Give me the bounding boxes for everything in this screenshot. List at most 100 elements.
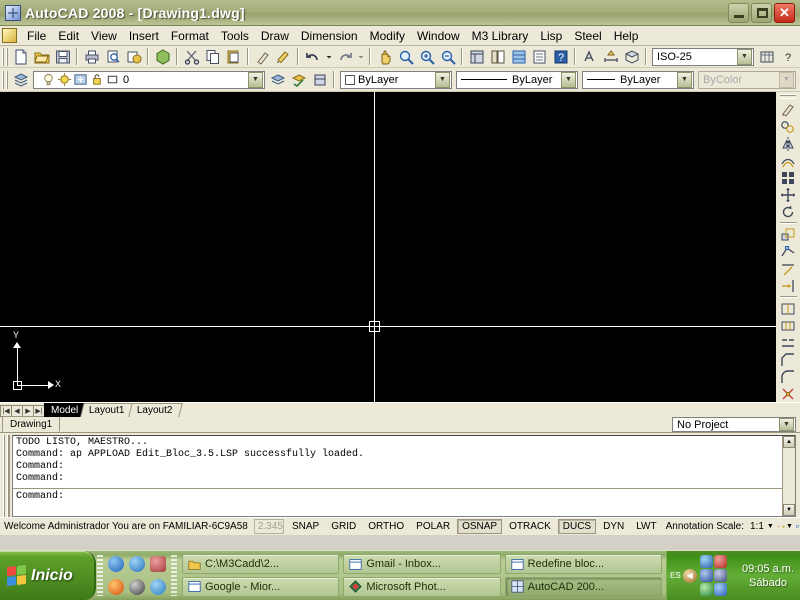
menu-modify[interactable]: Modify [364,27,411,45]
media-player-icon[interactable] [149,556,166,573]
chevron-down-icon[interactable]: ▼ [435,71,450,88]
save-button[interactable] [52,47,73,67]
make-object-layer-current-button[interactable] [288,70,309,90]
redo-arrow-icon[interactable] [334,47,355,67]
taskbar-item-google[interactable]: Google - Mior... [182,576,340,597]
fillet-button[interactable] [778,368,799,385]
grid-toggle[interactable]: GRID [326,519,361,534]
chevron-down-icon[interactable]: ▼ [779,418,794,431]
dimension-style-combo[interactable]: ISO-25 ▼ [652,47,754,66]
menu-file[interactable]: File [21,27,52,45]
clean-screen-icon[interactable] [796,519,799,534]
language-indicator[interactable]: ES [670,571,681,580]
quicklaunch-handle[interactable] [97,555,103,596]
layer-properties-manager-button[interactable] [10,70,31,90]
dyn-toggle[interactable]: DYN [598,519,629,534]
open-folder-button[interactable] [31,47,52,67]
modify-toolbar-grip[interactable] [780,94,796,100]
network-icon[interactable] [713,569,727,582]
redo-dropdown-button[interactable] [355,47,366,67]
drawing-document-icon[interactable] [2,28,17,43]
undo-dropdown-button[interactable] [323,47,334,67]
taskbar-item-autocad[interactable]: AutoCAD 200... [504,576,662,597]
break-button[interactable] [778,317,799,334]
cut-scissors-button[interactable] [181,47,202,67]
erase-button[interactable] [778,101,799,118]
taskbar-item-microsoft-photo[interactable]: Microsoft Phot... [343,576,501,597]
internet-explorer-icon[interactable] [108,556,125,573]
scroll-down-button[interactable]: ▼ [783,504,795,516]
command-scrollbar[interactable]: ▲ ▼ [782,436,795,516]
menu-view[interactable]: View [85,27,123,45]
show-desktop-icon[interactable] [128,556,145,573]
design-center-button[interactable] [487,47,508,67]
mirror-button[interactable] [778,135,799,152]
trim-button[interactable] [778,260,799,277]
otrack-toggle[interactable]: OTRACK [504,519,556,534]
menu-format[interactable]: Format [165,27,215,45]
move-cross-arrows-button[interactable] [778,186,799,203]
project-combo[interactable]: No Project ▼ [672,417,796,432]
coordinate-display[interactable]: 2.3451, 2.3420, 0.0000 [253,519,284,534]
markup-set-button[interactable]: ? [550,47,571,67]
taskbar-handle[interactable] [171,555,177,596]
zoom-window-button[interactable] [416,47,437,67]
firefox-icon[interactable] [108,578,125,595]
pan-hand-icon[interactable] [374,47,395,67]
linetype-control-combo[interactable]: ByLayer ▼ [456,70,578,89]
ortho-toggle[interactable]: ORTHO [363,519,409,534]
rotate-button[interactable] [778,203,799,220]
copy-objects-button[interactable] [778,118,799,135]
color-control-combo[interactable]: ByLayer ▼ [340,70,452,89]
scale-button[interactable] [778,226,799,243]
text-style-button[interactable] [579,47,600,67]
chevron-down-icon[interactable]: ▼ [737,48,752,65]
layer-states-button[interactable] [309,70,330,90]
chevron-down-icon[interactable]: ▼ [677,71,692,88]
zoom-realtime-button[interactable] [395,47,416,67]
lineweight-control-combo[interactable]: ByLayer ▼ [582,70,694,89]
tray-collapse-button[interactable]: ◀ [682,568,697,583]
ducs-toggle[interactable]: DUCS [557,519,597,534]
explode-button[interactable] [778,385,799,402]
menu-edit[interactable]: Edit [52,27,85,45]
menu-draw[interactable]: Draw [255,27,295,45]
join-button[interactable] [778,334,799,351]
chevron-down-icon[interactable]: ▼ [248,71,263,88]
plot-printer-button[interactable] [81,47,102,67]
publish-button[interactable] [123,47,144,67]
annotation-lock-icon[interactable] [782,519,785,534]
volume-icon[interactable] [699,569,713,582]
start-button[interactable]: Inicio [0,551,96,600]
menu-window[interactable]: Window [411,27,466,45]
properties-palette-button[interactable] [466,47,487,67]
annotation-scale-value[interactable]: 1:1 [747,521,767,532]
style-help-button[interactable]: ? [777,47,798,67]
command-history[interactable]: TODO LISTO, MAESTRO... Command: ap APPLO… [13,436,795,488]
offset-button[interactable] [778,152,799,169]
messenger-icon[interactable] [149,578,166,595]
block-editor-button[interactable] [273,47,294,67]
menu-m3-library[interactable]: M3 Library [466,27,535,45]
copy-button[interactable] [202,47,223,67]
winamp-icon[interactable] [128,578,145,595]
taskbar-item-gmail[interactable]: Gmail - Inbox... [343,554,501,574]
layers-toolbar-grip[interactable] [2,70,8,89]
maximize-button[interactable] [751,2,772,23]
scroll-up-button[interactable]: ▲ [783,436,795,448]
taskbar-item-explorer[interactable]: C:\M3Cadd\2... [182,554,340,574]
monitor-icon[interactable] [713,583,727,596]
layout-tab-layout1[interactable]: Layout1 [80,403,135,417]
qnew-button[interactable] [10,47,31,67]
lwt-toggle[interactable]: LWT [631,519,661,534]
menu-lisp[interactable]: Lisp [534,27,568,45]
snap-toggle[interactable]: SNAP [287,519,324,534]
update-icon[interactable] [699,583,713,596]
break-at-point-button[interactable] [778,300,799,317]
chevron-down-icon[interactable]: ▼ [786,523,795,530]
layout-tab-layout2[interactable]: Layout2 [128,403,183,417]
3dprint-button[interactable] [152,47,173,67]
drawing-canvas[interactable]: Y X [0,92,800,402]
command-input-line[interactable]: Command: [13,490,795,504]
command-window-grip[interactable] [3,435,10,517]
